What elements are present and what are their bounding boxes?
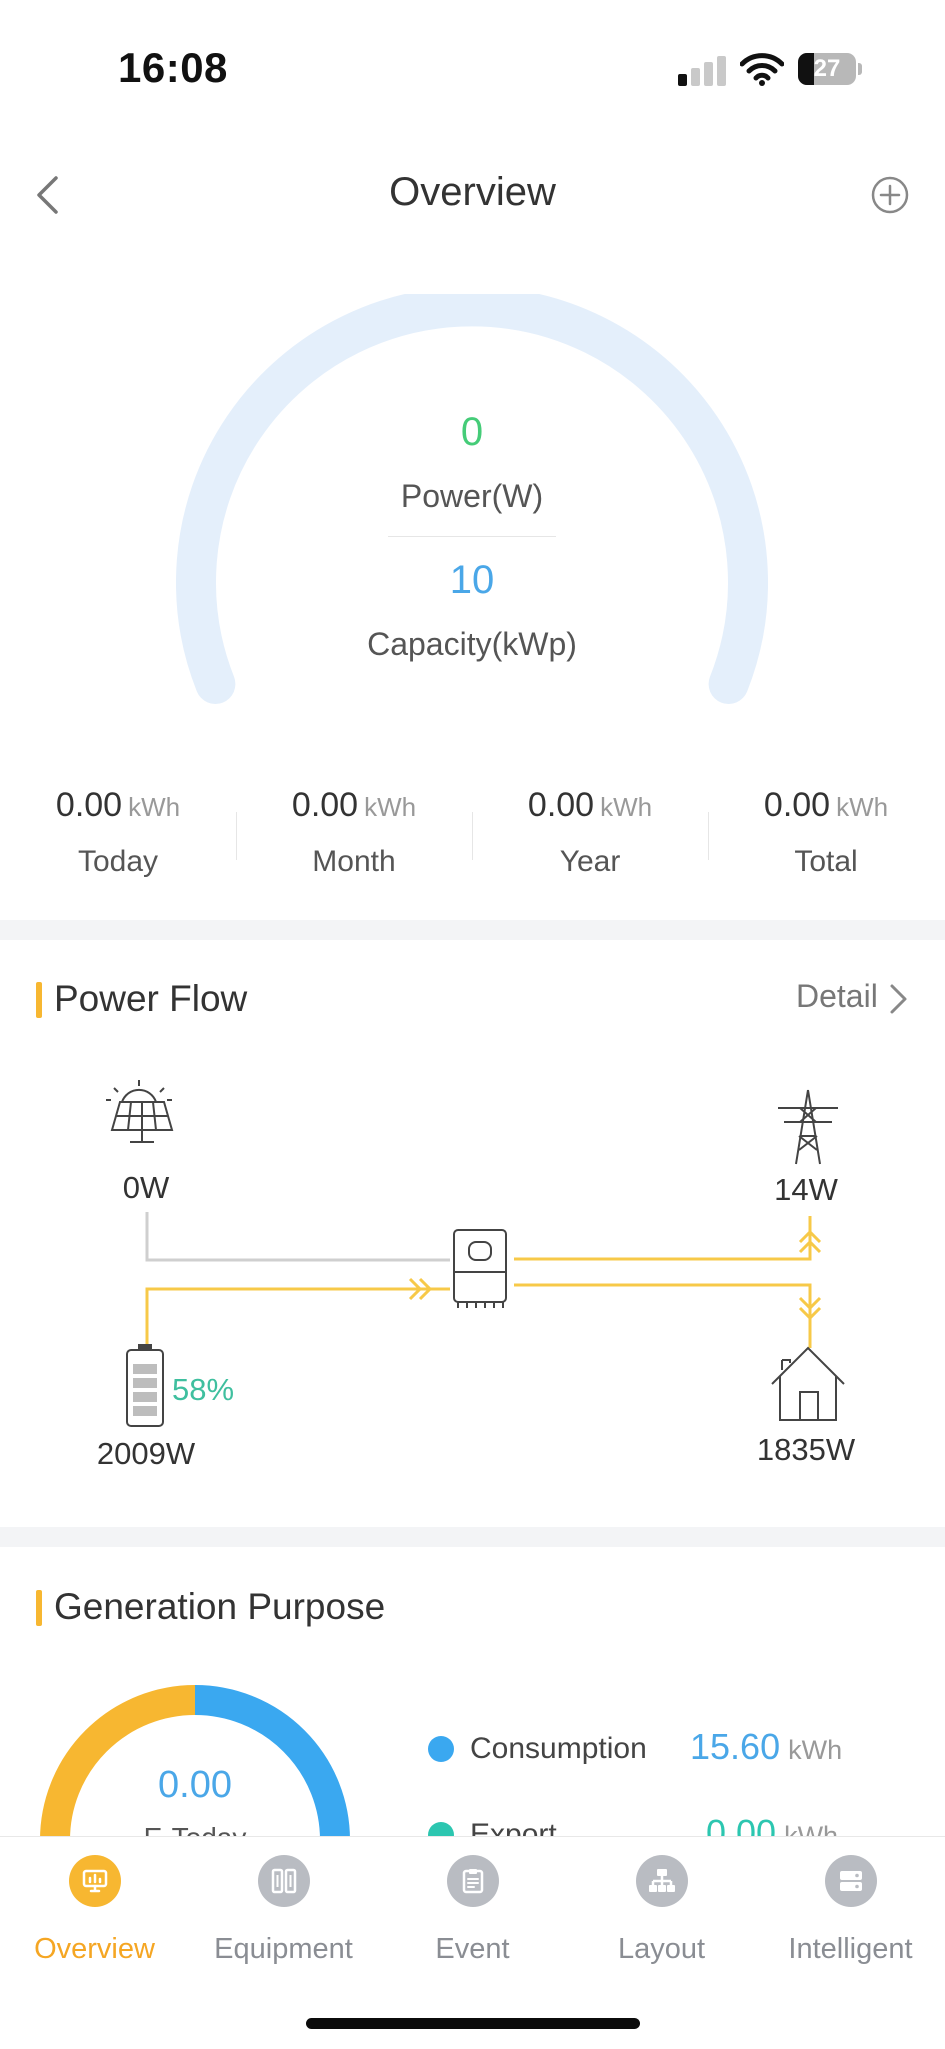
home-line bbox=[514, 1283, 812, 1348]
stat-label: Today bbox=[77, 845, 159, 878]
equipment-icon bbox=[257, 1855, 310, 1907]
network-icon bbox=[635, 1855, 688, 1907]
stat-unit: kWh bbox=[364, 792, 417, 822]
legend-value-consumption: 15.60 kWh bbox=[690, 1726, 842, 1768]
stat-value: 0.00 bbox=[55, 786, 123, 824]
stat-value: 0.00 bbox=[527, 786, 595, 824]
stat-label: Total bbox=[794, 845, 858, 878]
house-icon bbox=[771, 1346, 845, 1421]
tab-label: Event bbox=[435, 1933, 510, 1965]
battery-power: 2009W bbox=[96, 1436, 196, 1471]
solar-line bbox=[145, 1212, 450, 1262]
gauge-divider bbox=[388, 536, 556, 537]
tab-label: Layout bbox=[617, 1933, 706, 1965]
tab-equipment[interactable]: Equipment bbox=[189, 1855, 378, 1966]
plus-circle-icon bbox=[871, 176, 909, 214]
battery-storage-icon bbox=[126, 1344, 164, 1427]
solar-panel-icon bbox=[106, 1080, 174, 1143]
legend-value: 15.60 bbox=[690, 1726, 781, 1767]
section-accent-bar bbox=[36, 982, 42, 1018]
power-label: Power(W) bbox=[400, 478, 544, 514]
tab-label: Intelligent bbox=[788, 1933, 913, 1965]
stat-value: 0.00 bbox=[763, 786, 831, 824]
stat-unit: kWh bbox=[836, 792, 889, 822]
capacity-label: Capacity(kWp) bbox=[367, 626, 577, 662]
stat-label: Year bbox=[559, 845, 621, 878]
e-today-value: 0.00 bbox=[158, 1764, 232, 1806]
battery-percent: 27 bbox=[813, 55, 841, 82]
power-value: 0 bbox=[460, 410, 484, 454]
solar-power: 0W bbox=[122, 1170, 170, 1205]
grid-line bbox=[514, 1216, 812, 1261]
chevron-right-icon[interactable] bbox=[888, 982, 910, 1016]
tab-overview[interactable]: Overview bbox=[0, 1855, 189, 1966]
section-accent-bar bbox=[36, 1590, 42, 1626]
stat-today: 0.00 kWh Today bbox=[0, 786, 236, 879]
stat-label: Month bbox=[312, 845, 396, 878]
section-separator bbox=[0, 920, 945, 940]
stat-unit: kWh bbox=[128, 792, 181, 822]
generation-purpose-title: Generation Purpose bbox=[54, 1586, 386, 1627]
tab-event[interactable]: Event bbox=[378, 1855, 567, 1966]
stat-unit: kWh bbox=[600, 792, 653, 822]
grid-power: 14W bbox=[774, 1172, 838, 1207]
section-separator bbox=[0, 1527, 945, 1547]
home-indicator bbox=[306, 2018, 640, 2029]
add-button[interactable] bbox=[871, 176, 909, 214]
grid-tower-icon bbox=[778, 1089, 838, 1165]
battery-soc: 58% bbox=[172, 1372, 235, 1407]
stat-total: 0.00 kWh Total bbox=[708, 786, 944, 879]
tab-layout[interactable]: Layout bbox=[567, 1855, 756, 1966]
page-title: Overview bbox=[389, 170, 556, 214]
cellular-signal-icon bbox=[678, 56, 728, 86]
power-flow-diagram bbox=[106, 1080, 845, 1427]
monitor-chart-icon bbox=[68, 1855, 121, 1907]
detail-link[interactable]: Detail bbox=[796, 978, 878, 1015]
clipboard-icon bbox=[446, 1855, 499, 1907]
legend-label-consumption: Consumption bbox=[470, 1732, 647, 1765]
legend-unit: kWh bbox=[788, 1735, 843, 1765]
generation-donut-chart bbox=[40, 1685, 350, 1840]
capacity-value: 10 bbox=[449, 558, 495, 602]
stat-month: 0.00 kWh Month bbox=[236, 786, 472, 879]
power-flow-title: Power Flow bbox=[54, 978, 248, 1019]
battery-icon: 27 bbox=[798, 53, 862, 87]
server-icon bbox=[824, 1855, 877, 1907]
tab-label: Equipment bbox=[214, 1933, 353, 1965]
inverter-icon bbox=[453, 1229, 507, 1308]
stat-year: 0.00 kWh Year bbox=[472, 786, 708, 879]
tab-intelligent[interactable]: Intelligent bbox=[756, 1855, 945, 1966]
battery-line bbox=[145, 1287, 450, 1348]
consumption-dot bbox=[428, 1736, 454, 1762]
status-time: 16:08 bbox=[118, 44, 228, 91]
stat-value: 0.00 bbox=[291, 786, 359, 824]
home-power: 1835W bbox=[756, 1432, 856, 1467]
tab-label: Overview bbox=[34, 1933, 155, 1965]
wifi-icon bbox=[739, 52, 785, 86]
